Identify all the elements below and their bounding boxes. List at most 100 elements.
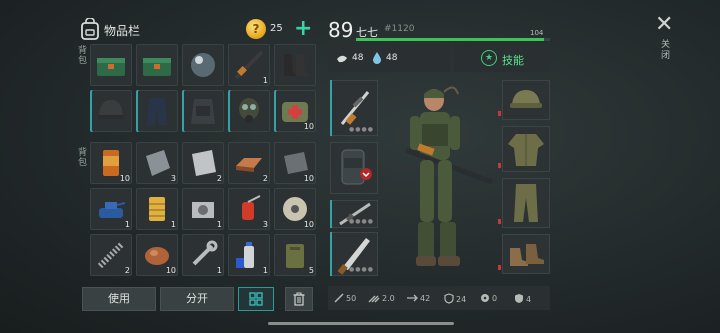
inventory-slot[interactable]: 10 (90, 142, 132, 184)
trash-button[interactable] (285, 287, 313, 311)
durability-marker (498, 111, 501, 116)
inventory-slot[interactable] (90, 90, 132, 132)
inventory-slot[interactable]: 10 (136, 234, 178, 276)
item-quantity: 2 (262, 174, 268, 183)
green-toolbox-icon (97, 58, 125, 76)
gas-mask-icon (239, 98, 259, 123)
spring-icon (97, 241, 125, 269)
feet-slot[interactable] (498, 234, 550, 274)
item-quantity: 1 (170, 220, 176, 229)
inventory-slot[interactable]: 10 (274, 90, 316, 132)
player-id: #1120 (384, 24, 415, 34)
trash-icon (293, 292, 305, 306)
close-button[interactable]: ✕ (655, 12, 673, 37)
inventory-slot[interactable] (228, 90, 270, 132)
radiation-icon (481, 294, 489, 302)
inventory-slot[interactable]: 2 (182, 142, 224, 184)
inventory-slot[interactable]: 5 (274, 234, 316, 276)
inventory-slot[interactable] (90, 44, 132, 86)
backpack-icon (81, 18, 99, 40)
item-quantity: 10 (119, 174, 130, 183)
character-model (405, 86, 493, 266)
shield-icon (444, 293, 454, 304)
sort-grid-button[interactable] (238, 287, 274, 311)
boots-icon (510, 244, 544, 266)
spray-can-icon (236, 242, 254, 268)
inventory-slot[interactable] (274, 44, 316, 86)
durability-dots: ●●●● (349, 266, 374, 273)
inventory-slot[interactable]: 2 (90, 234, 132, 276)
item-quantity: 5 (308, 266, 314, 275)
inventory-slot[interactable]: 1 (228, 234, 270, 276)
close-label: 关闭 (661, 40, 671, 61)
water-drop-icon (373, 52, 381, 64)
inventory-slot[interactable] (182, 90, 224, 132)
item-quantity: 1 (262, 76, 268, 85)
equipment-inventory-grid: 1 10 (90, 44, 316, 132)
inventory-slot[interactable]: 1 (136, 188, 178, 230)
radiation-value: 0 (492, 294, 498, 303)
inventory-slot[interactable]: 2 (228, 142, 270, 184)
range-icon (407, 294, 418, 302)
inventory-slot[interactable]: 3 (228, 188, 270, 230)
inventory-slot[interactable]: 1 (228, 44, 270, 86)
camo-jacket-icon (508, 134, 544, 166)
defense-stat: 24 (444, 293, 466, 304)
skills-button[interactable]: ★ 技能 (454, 44, 550, 72)
camo-pants-icon (514, 184, 538, 222)
head-slot[interactable] (498, 80, 550, 120)
glass-sphere-icon (191, 53, 215, 77)
skill-star-icon: ★ (481, 50, 497, 66)
radiation-stat: 0 (480, 293, 497, 303)
inventory-slot[interactable] (136, 44, 178, 86)
attack-speed-stat: 2.0 (368, 293, 395, 303)
inventory-slot[interactable]: 1 (182, 234, 224, 276)
durability-marker (498, 219, 501, 224)
engine-part-icon (192, 202, 214, 218)
home-indicator[interactable] (268, 322, 454, 325)
inventory-slot[interactable]: 3 (136, 142, 178, 184)
inventory-slot[interactable]: 1 (182, 188, 224, 230)
inventory-header: 物品栏 ? 25 + (80, 18, 316, 42)
combat-stats-bar: 50 2.0 42 24 0 4 (328, 286, 550, 310)
item-quantity: 1 (216, 266, 222, 275)
body-armor-icon (191, 99, 215, 124)
jerrycan-icon (286, 244, 304, 268)
body-slot[interactable] (498, 126, 550, 172)
add-coins-button[interactable]: + (294, 18, 312, 40)
item-quantity: 10 (303, 220, 314, 229)
copper-ingot-icon (236, 158, 262, 172)
item-quantity: 1 (216, 220, 222, 229)
inventory-slot[interactable]: 10 (274, 142, 316, 184)
tactical-pants-icon (147, 98, 167, 125)
inventory-slot[interactable] (182, 44, 224, 86)
range-value: 42 (420, 294, 431, 303)
melee-weapon-slot[interactable]: ●●●● (330, 232, 378, 276)
wrench-icon (192, 240, 218, 266)
primary-weapon-slot[interactable]: ●●●● (330, 80, 378, 136)
split-button[interactable]: 分开 (160, 287, 234, 311)
item-quantity: 10 (165, 266, 176, 275)
inventory-title: 物品栏 (104, 24, 141, 38)
green-toolbox-icon (143, 58, 171, 76)
materials-inventory-grid: 10 3 2 2 10 1 1 1 3 10 2 10 1 1 5 (90, 142, 316, 276)
armor-stat: 4 (514, 293, 531, 304)
use-button[interactable]: 使用 (82, 287, 156, 311)
inventory-slot[interactable] (136, 90, 178, 132)
coin-icon: ? (246, 19, 266, 39)
hp-bar (356, 38, 550, 41)
backpack-slot[interactable] (330, 142, 378, 194)
legs-slot[interactable] (498, 178, 550, 228)
inventory-slot[interactable]: 10 (274, 188, 316, 230)
inventory-slot[interactable]: 1 (90, 188, 132, 230)
armor-shield-icon (515, 294, 523, 303)
speed-icon (368, 295, 380, 303)
attack-value: 50 (346, 294, 357, 303)
grid-view-icon (249, 292, 263, 306)
defense-value: 24 (456, 295, 467, 304)
steel-plate-icon (146, 150, 170, 176)
food-value: 48 (352, 53, 364, 63)
skills-label: 技能 (502, 54, 524, 67)
hp-bar-fill (356, 38, 545, 41)
secondary-weapon-slot[interactable]: ●●●● (330, 200, 378, 228)
